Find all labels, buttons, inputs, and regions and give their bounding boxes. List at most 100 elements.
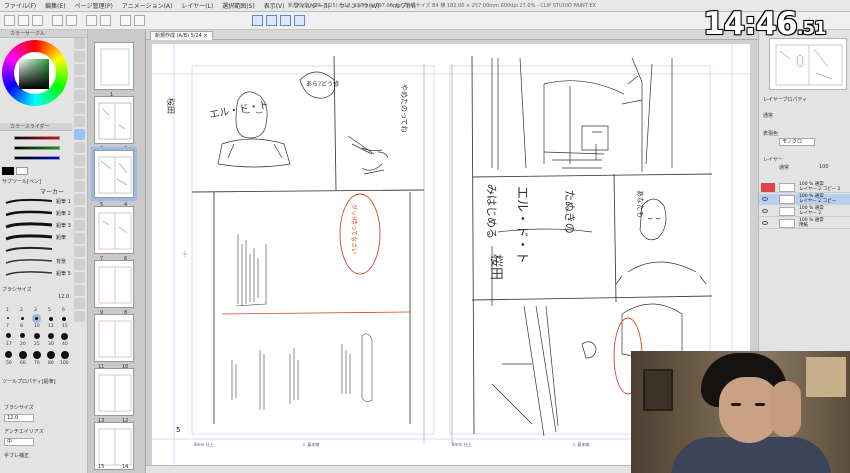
selection-tool-icon[interactable] [74,90,85,101]
svg-text:エル・ド・ト: エル・ド・ト [514,186,529,264]
brush-dot[interactable] [6,333,11,338]
brush-dot[interactable] [5,351,12,358]
pen-tool-icon[interactable] [74,129,85,140]
page-thumb-2-3[interactable] [94,96,134,144]
blend-tool-icon[interactable] [74,207,85,218]
move-layer-tool-icon[interactable] [74,77,85,88]
correct-line-tool-icon[interactable] [74,311,85,322]
brush-dot[interactable] [61,351,69,359]
brush-item-7[interactable]: 鉛筆 5 [4,270,71,277]
brush-item-2[interactable]: 鉛筆 2 [4,210,71,217]
gradient-tool-icon[interactable] [74,233,85,244]
brush-dot[interactable] [7,317,9,319]
green-slider[interactable] [14,146,60,150]
snap-special-ruler-icon[interactable] [266,15,277,26]
layer-opacity[interactable]: 100 [819,164,829,170]
eyedropper-tool-icon[interactable] [74,116,85,127]
page-thumb-5-4-selected[interactable] [94,150,134,198]
brush-item-3[interactable]: 鉛筆 3 [4,222,71,229]
page-thumb-11-10[interactable] [94,314,134,362]
page-thumb-7-6[interactable] [94,206,134,254]
move-tool-icon[interactable] [74,51,85,62]
selection-icon[interactable] [120,15,131,26]
page-thumb-9-8[interactable] [94,260,134,308]
brush-tool-icon[interactable] [74,155,85,166]
brush-item-5[interactable] [4,246,58,253]
menu-animation[interactable]: アニメーション(A) [122,1,173,10]
page-number: 5 [176,426,180,434]
pencil-tool-icon[interactable] [74,142,85,153]
eye-icon[interactable] [762,197,768,201]
fill-tool-icon[interactable] [74,220,85,231]
frame-tool-icon[interactable] [74,259,85,270]
brush-dot[interactable] [48,333,54,339]
menu-edit[interactable]: 編集(E) [45,1,65,10]
brush-size-field[interactable]: 12.0 [4,414,34,422]
sub-color-swatch[interactable] [16,167,28,175]
brush-dot[interactable] [34,333,40,339]
stabilizer-label: 手ブレ補正 [4,453,30,459]
brush-dot[interactable] [33,351,41,359]
brush-dot[interactable] [62,317,66,321]
blend-mode-select[interactable]: 通常 [763,112,773,119]
brush-dot[interactable] [19,351,27,359]
menu-view[interactable]: 表示(V) [264,1,285,10]
deselect-icon[interactable] [134,15,145,26]
auto-select-tool-icon[interactable] [74,103,85,114]
menu-layer[interactable]: レイヤー(L) [181,1,213,10]
transform-icon[interactable] [100,15,111,26]
layer-row[interactable]: 100 % 通常 レイヤー 2 コピー 2 [759,182,850,193]
save-icon[interactable] [32,15,43,26]
brush-item-1[interactable]: 鉛筆 1 [4,198,71,205]
zoom-tool-icon[interactable] [74,38,85,49]
operation-tool-icon[interactable] [74,64,85,75]
eye-icon[interactable] [762,221,768,225]
layer-row[interactable]: 100 % 通常 レイヤー 2 [759,206,850,217]
navigator-thumbnail[interactable] [769,38,847,90]
undo-icon[interactable] [52,15,63,26]
brush-dot[interactable] [49,317,53,321]
menu-file[interactable]: ファイル(F) [4,1,36,10]
red-bubble-text: グッ!待ってなさい [350,204,358,254]
redo-icon[interactable] [66,15,77,26]
eraser-tool-icon[interactable] [74,194,85,205]
subtool-group[interactable]: マーカー [40,187,64,196]
page-thumb-13-12[interactable] [94,368,134,416]
menu-page[interactable]: ページ管理(P) [75,1,113,10]
brush-item-6[interactable]: 背景 [4,258,66,265]
layer-row[interactable]: 100 % 通常 用紙 [759,218,850,229]
airbrush-tool-icon[interactable] [74,168,85,179]
effect-value[interactable]: モノクロ [779,138,815,146]
page-manager-panel: 1 2 3 5 4 7 6 9 8 11 10 13 12 15 14 [88,30,146,473]
brush-dot[interactable] [21,317,24,320]
clear-icon[interactable] [86,15,97,26]
layer-blend-mode[interactable]: 通常 [779,164,789,171]
menu-selection[interactable]: 選択範囲(S) [222,1,255,10]
brush-dot[interactable] [20,333,25,338]
page-thumb-15-14[interactable] [94,422,134,470]
brush-dot-selected[interactable] [35,317,38,320]
snap-ruler-icon[interactable] [252,15,263,26]
brush-dot[interactable] [47,351,55,359]
close-tab-icon[interactable]: × [203,33,207,39]
antialias-field[interactable]: 中 [4,438,34,446]
layer-row-selected[interactable]: 100 % 通常 レイヤー 2 コピー [759,194,850,205]
color-square[interactable] [19,59,49,89]
open-file-icon[interactable] [18,15,29,26]
snap-grid-icon[interactable] [280,15,291,26]
ruler-tool-icon[interactable] [74,272,85,283]
balloon-tool-icon[interactable] [74,298,85,309]
brush-item-4[interactable]: 鉛筆 [4,234,66,241]
canvas-tab[interactable]: 新規作成 (A/B) 5/24 × [150,31,213,40]
snap-guide-icon[interactable] [294,15,305,26]
red-slider[interactable] [14,136,60,140]
main-color-swatch[interactable] [2,167,14,175]
text-tool-icon[interactable] [74,285,85,296]
brush-dot[interactable] [61,333,68,340]
eye-icon[interactable] [762,209,768,213]
new-file-icon[interactable] [4,15,15,26]
decoration-tool-icon[interactable] [74,181,85,192]
figure-tool-icon[interactable] [74,246,85,257]
blue-slider[interactable] [14,156,60,160]
page-thumb-1[interactable] [94,42,134,90]
